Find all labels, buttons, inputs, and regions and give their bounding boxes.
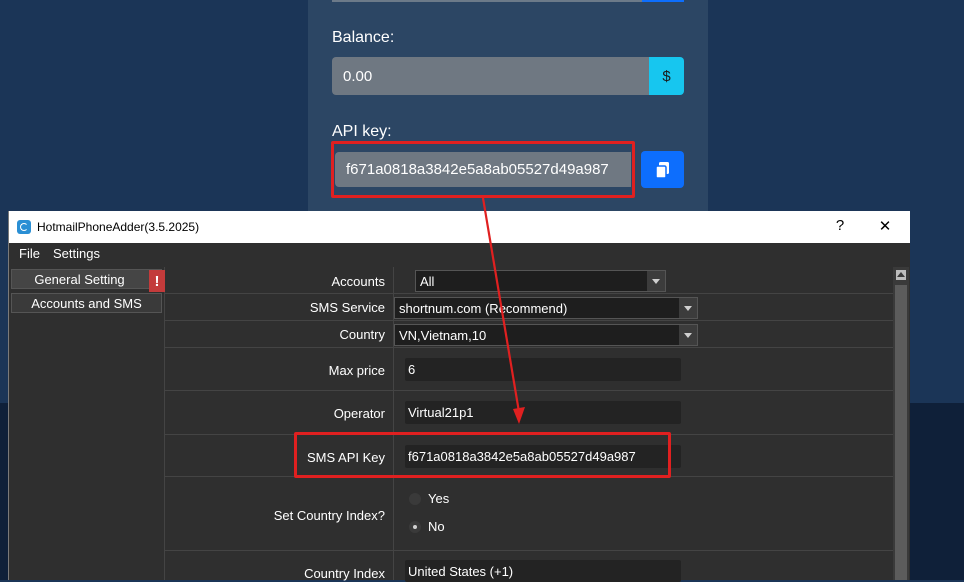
- row-operator: Operator Virtual21p1: [165, 391, 893, 435]
- max-price-input[interactable]: 6: [405, 358, 681, 381]
- api-key-highlight: [331, 141, 635, 198]
- country-label: Country: [339, 327, 385, 342]
- copy-api-key-button[interactable]: [641, 151, 684, 188]
- copy-icon: [654, 161, 669, 179]
- balance-field[interactable]: 0.00: [332, 57, 649, 95]
- web-previous-button: [642, 0, 684, 2]
- sms-service-label: SMS Service: [309, 300, 385, 315]
- radio-no-label: No: [428, 519, 445, 534]
- settings-form: Accounts All SMS Service shortnum.com (R…: [165, 267, 893, 582]
- chevron-down-icon: [679, 325, 697, 345]
- chevron-down-icon: [679, 298, 697, 318]
- web-previous-input: [332, 0, 684, 2]
- api-key-label: API key:: [332, 123, 392, 140]
- row-set-country-index: Set Country Index? Yes No: [165, 477, 893, 551]
- accounts-select[interactable]: All: [415, 270, 666, 292]
- operator-label: Operator: [333, 406, 385, 421]
- scroll-thumb[interactable]: [895, 285, 907, 580]
- sidebar-item-accounts-and-sms[interactable]: Accounts and SMS: [11, 293, 162, 313]
- radio-no[interactable]: [409, 521, 421, 533]
- row-sms-service: SMS Service shortnum.com (Recommend): [165, 294, 893, 321]
- country-index-label: Country Index: [304, 566, 385, 581]
- sms-service-select-value: shortnum.com (Recommend): [399, 300, 568, 316]
- app-icon: [17, 220, 31, 234]
- sms-service-select[interactable]: shortnum.com (Recommend): [394, 297, 698, 319]
- row-max-price: Max price 6: [165, 348, 893, 391]
- sms-api-key-highlight: [294, 432, 671, 478]
- currency-button[interactable]: $: [649, 57, 684, 95]
- help-button[interactable]: ?: [825, 217, 855, 234]
- accounts-select-value: All: [420, 273, 435, 289]
- row-accounts: Accounts All: [165, 267, 893, 294]
- set-country-index-label: Set Country Index?: [273, 508, 385, 523]
- accounts-label: Accounts: [331, 274, 385, 289]
- radio-yes[interactable]: [409, 493, 421, 505]
- menu-settings[interactable]: Settings: [53, 246, 100, 261]
- country-index-input[interactable]: United States (+1): [405, 560, 681, 582]
- close-button[interactable]: ✕: [870, 217, 900, 235]
- max-price-label: Max price: [328, 363, 385, 378]
- menu-file[interactable]: File: [19, 246, 40, 261]
- window-title: HotmailPhoneAdder(3.5.2025): [37, 220, 200, 234]
- operator-input[interactable]: Virtual21p1: [405, 401, 681, 424]
- app-window: HotmailPhoneAdder(3.5.2025) ? ✕ File Set…: [8, 211, 910, 582]
- sidebar: General Setting ! Accounts and SMS: [9, 267, 165, 580]
- sidebar-item-general-setting[interactable]: General Setting !: [11, 269, 165, 292]
- chevron-down-icon: [647, 271, 665, 291]
- row-country-index: Country Index United States (+1): [165, 551, 893, 582]
- country-select[interactable]: VN,Vietnam,10: [394, 324, 698, 346]
- menu-bar: File Settings: [9, 243, 910, 265]
- warning-icon: !: [149, 270, 165, 292]
- balance-label: Balance:: [332, 29, 395, 46]
- vertical-scrollbar[interactable]: [893, 267, 909, 580]
- row-country: Country VN,Vietnam,10: [165, 321, 893, 348]
- radio-yes-label: Yes: [428, 491, 450, 506]
- sidebar-item-label: Accounts and SMS: [31, 295, 142, 311]
- country-select-value: VN,Vietnam,10: [399, 327, 487, 343]
- sidebar-item-label: General Setting: [34, 271, 125, 287]
- title-bar: HotmailPhoneAdder(3.5.2025) ? ✕: [9, 211, 910, 243]
- scroll-up-icon[interactable]: [896, 270, 906, 280]
